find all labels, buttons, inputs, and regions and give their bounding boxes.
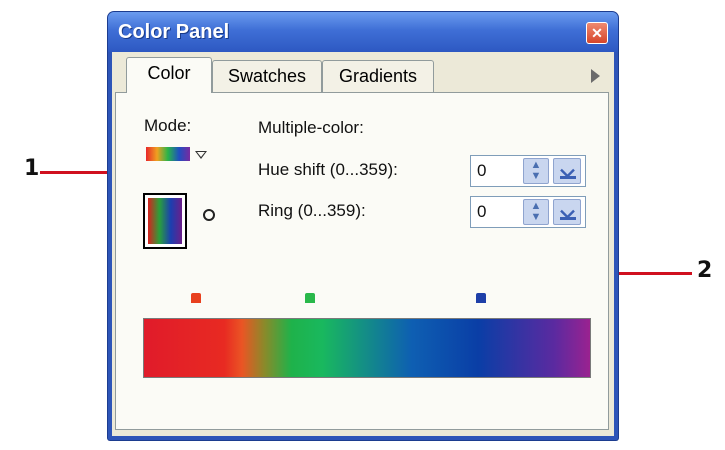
gradient-stop-red[interactable] [191,293,201,303]
callout-number-2: 2 [697,258,713,283]
cycle-icon[interactable] [203,209,215,221]
color-tab-panel [115,92,609,430]
chevron-down-icon[interactable] [553,199,581,225]
hue-shift-label: Hue shift (0...359): [258,160,398,179]
mode-swatch[interactable] [146,147,190,161]
window-title: Color Panel [118,21,230,43]
gradient-stop-green[interactable] [305,293,315,303]
panel-client-area: Color Swatches Gradients [112,52,614,436]
ring-label: Ring (0...359): [258,201,366,220]
hue-shift-value: 0 [477,161,487,180]
gradient-bar[interactable] [143,318,591,378]
chevron-right-icon[interactable] [591,69,600,83]
ring-field[interactable]: 0 ▲ ▼ [470,196,586,228]
tab-swatches[interactable]: Swatches [212,60,322,92]
title-bar[interactable]: Color Panel ✕ [108,12,618,52]
hue-shift-field[interactable]: 0 ▲ ▼ [470,155,586,187]
spinner-icon[interactable]: ▲ ▼ [523,199,549,225]
chevron-down-icon[interactable] [553,158,581,184]
gradient-stop-blue[interactable] [476,293,486,303]
tab-gradients[interactable]: Gradients [322,60,434,92]
callout-number-1: 1 [24,156,40,181]
tab-color[interactable]: Color [126,57,212,93]
ring-value: 0 [477,202,487,221]
color-preview[interactable] [143,193,187,249]
mode-label: Mode: [144,116,192,135]
close-icon[interactable]: ✕ [586,22,608,44]
chevron-down-icon[interactable] [195,151,207,159]
multiple-color-label: Multiple-color: [258,118,364,137]
spinner-icon[interactable]: ▲ ▼ [523,158,549,184]
